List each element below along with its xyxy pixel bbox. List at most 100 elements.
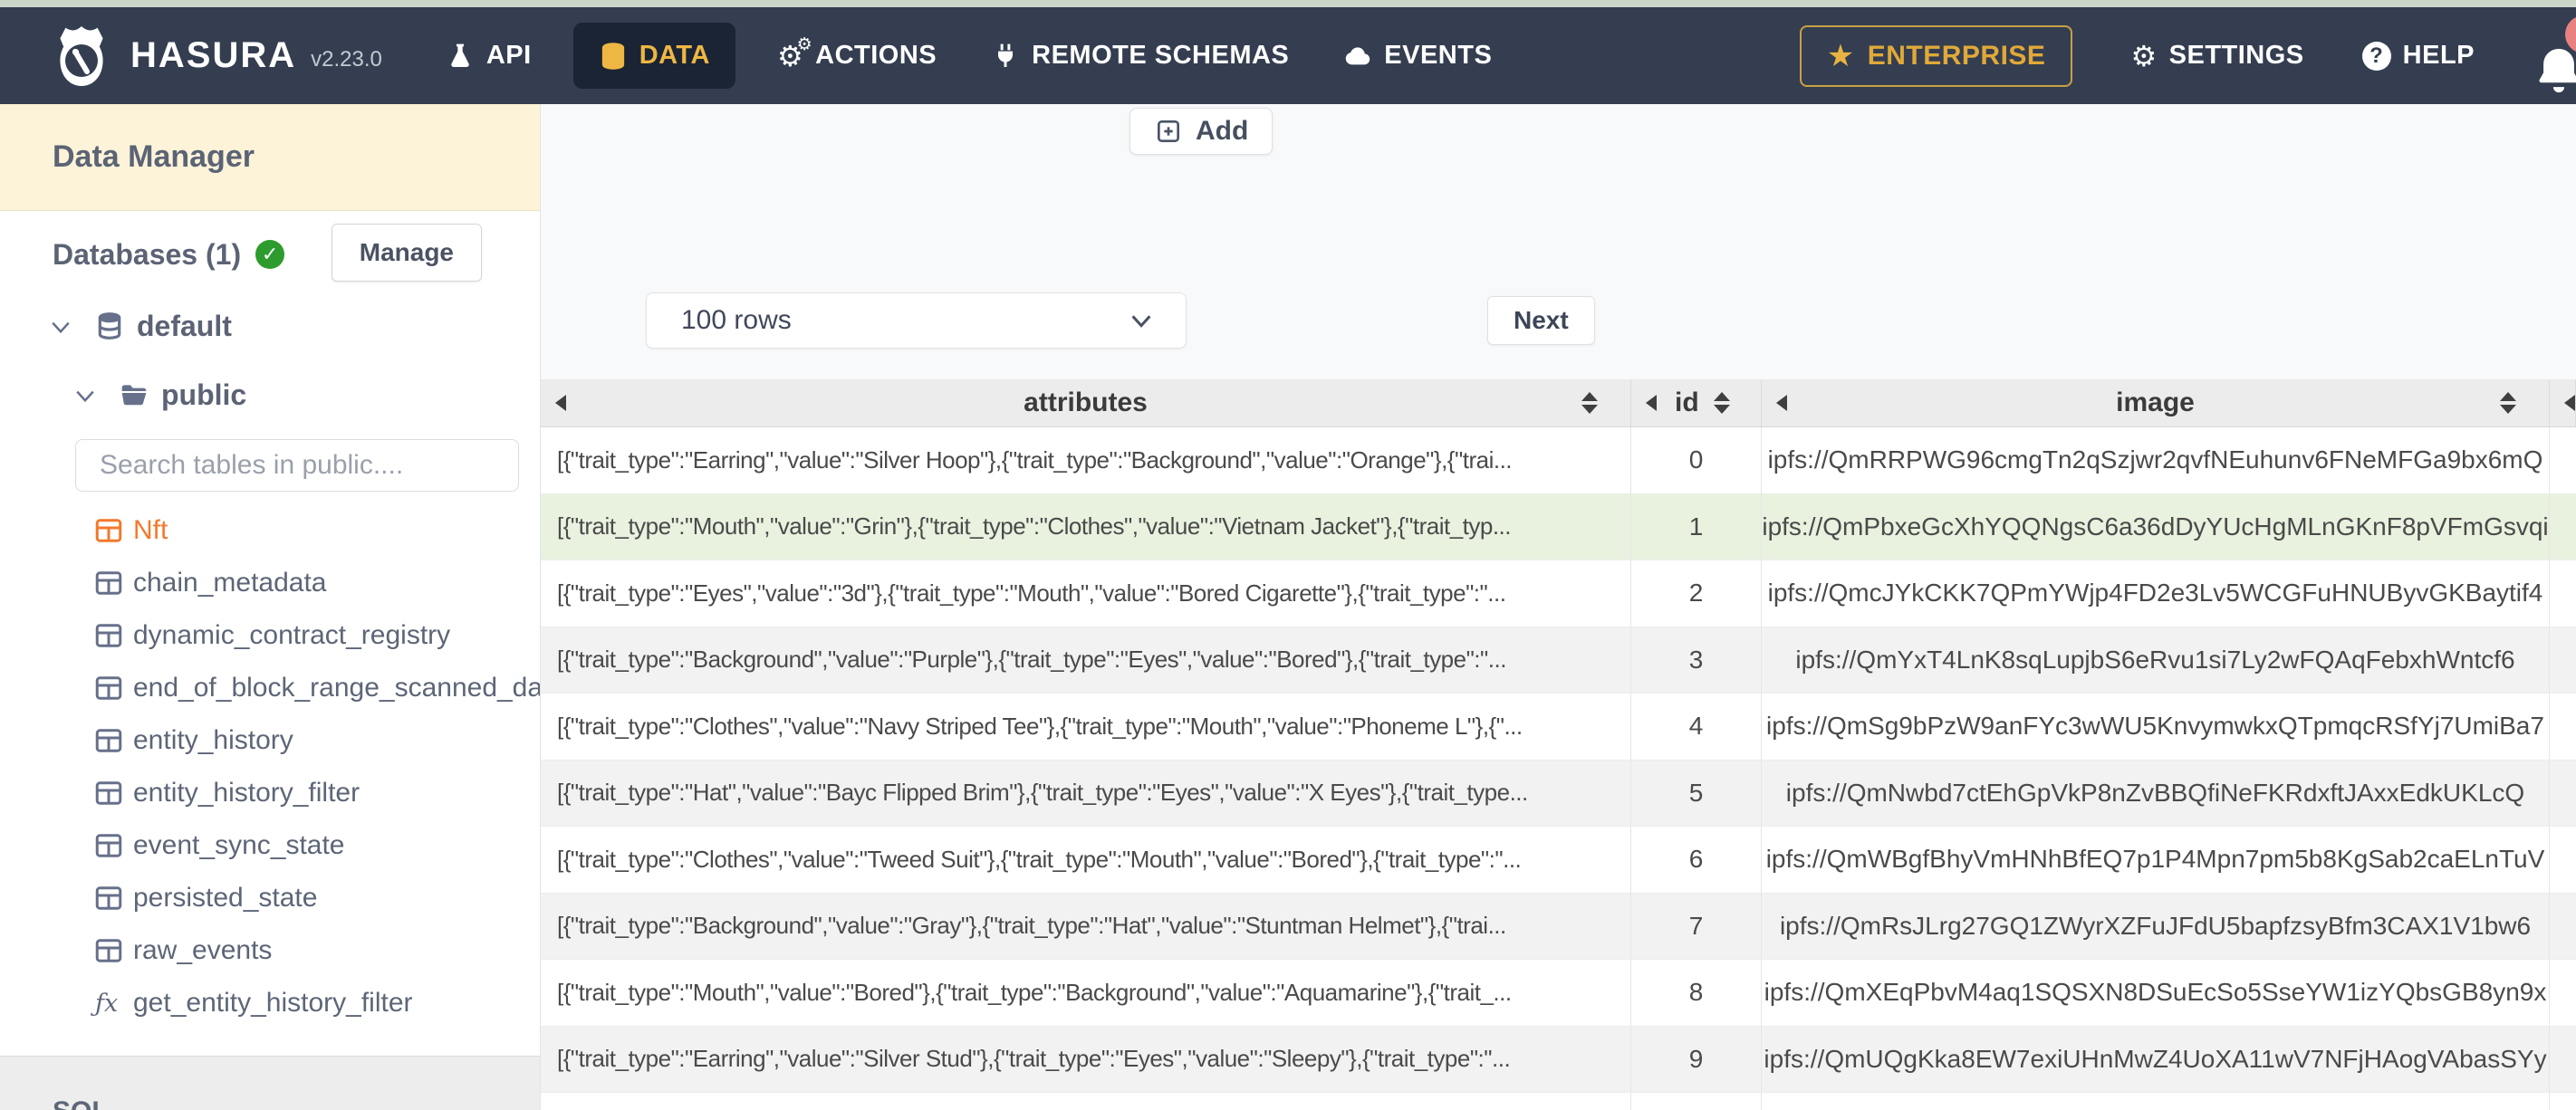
page-title: Data Manager <box>0 104 540 211</box>
cell-attributes[interactable]: [{"trait_type":"Clothes","value":"Tweed … <box>541 827 1631 893</box>
manage-button[interactable]: Manage <box>331 224 482 282</box>
collapse-column-icon[interactable] <box>2564 395 2575 411</box>
chevron-down-icon[interactable] <box>72 382 98 407</box>
sidebar-item-get_entity_history_filter[interactable]: ƒx get_entity_history_filter <box>0 977 540 1029</box>
nav-item-help[interactable]: ? HELP <box>2361 41 2475 71</box>
table-name: raw_events <box>133 935 273 965</box>
column-header-image[interactable]: image <box>1762 379 2550 426</box>
cell-id[interactable]: 1 <box>1631 493 1762 560</box>
search-tables-box <box>75 439 519 492</box>
table-row[interactable]: [{"trait_type":"Mouth","value":"Grin"},{… <box>541 493 2576 560</box>
cell-id[interactable]: 0 <box>1631 427 1762 493</box>
nav-item-remote-schemas[interactable]: REMOTE SCHEMAS <box>964 41 1316 71</box>
cell-attributes[interactable]: [{"trait_type":"Mouth","value":"Grin"},{… <box>541 493 1631 560</box>
rows-per-page-select[interactable]: 100 rows <box>646 292 1187 349</box>
table-name: end_of_block_range_scanned_data <box>133 673 541 703</box>
nav-item-actions[interactable]: ⚙ ⚙ ACTIONS <box>750 35 964 71</box>
cell-extra <box>2550 494 2576 560</box>
cell-attributes[interactable]: [{"trait_type":"Earring","value":"Silver… <box>541 1026 1631 1092</box>
table-row[interactable]: [{"trait_type":"Earring","value":"Silver… <box>541 427 2576 494</box>
cell-image[interactable]: ipfs://QmPbxeGcXhYQQNgsC6a36dDyYUcHgMLnG… <box>1762 493 2550 560</box>
cell-image[interactable]: ipfs://QmRsJLrg27GQ1ZWyrXZFuJFdU5bapfzsy… <box>1762 893 2550 959</box>
table-row[interactable]: [{"trait_type":"Clothes","value":"Tweed … <box>541 827 2576 894</box>
cell-attributes[interactable]: [{"trait_type":"Hat","value":"Bayc Flipp… <box>541 760 1631 826</box>
table-icon <box>95 937 122 964</box>
nav-item-data[interactable]: DATA <box>572 23 735 89</box>
add-row-button[interactable]: Add <box>1129 108 1274 155</box>
column-header-id[interactable]: id <box>1631 379 1762 426</box>
sidebar-item-event_sync_state[interactable]: event_sync_state <box>0 819 540 872</box>
cell-extra <box>2550 761 2576 827</box>
cell-id[interactable]: 6 <box>1631 827 1762 893</box>
cell-image[interactable]: ipfs://QmYxT4LnK8sqLupjbS6eRvu1si7Ly2wFQ… <box>1762 627 2550 693</box>
table-row[interactable]: [{"trait_type":"Background","value":"Gra… <box>541 893 2576 960</box>
cell-id[interactable]: 4 <box>1631 694 1762 760</box>
next-page-button[interactable]: Next <box>1487 296 1595 345</box>
collapse-column-icon[interactable] <box>555 395 566 411</box>
tree-node-database[interactable]: default <box>0 298 540 354</box>
version-label[interactable]: v2.23.0 <box>311 47 382 72</box>
cell-id[interactable]: 5 <box>1631 760 1762 826</box>
cell-extra <box>2550 694 2576 760</box>
nav-item-api[interactable]: API <box>418 41 559 71</box>
sidebar-item-dynamic_contract_registry[interactable]: dynamic_contract_registry <box>0 609 540 662</box>
sidebar-item-Nft[interactable]: Nft <box>0 504 540 557</box>
table-name: dynamic_contract_registry <box>133 620 451 650</box>
table-name: Nft <box>133 515 168 545</box>
cell-id[interactable]: 8 <box>1631 960 1762 1026</box>
sidebar-item-persisted_state[interactable]: persisted_state <box>0 872 540 924</box>
table-row[interactable]: [{"trait_type":"Hat","value":"Bayc Flipp… <box>541 760 2576 827</box>
collapse-column-icon[interactable] <box>1776 395 1787 411</box>
cell-image[interactable]: ipfs://QmcJYkCKK7QPmYWjp4FD2e3Lv5WCGFuHN… <box>1762 560 2550 627</box>
sidebar-item-chain_metadata[interactable]: chain_metadata <box>0 557 540 609</box>
sort-icon[interactable] <box>2500 392 2516 414</box>
table-row[interactable]: [{"trait_type":"Clothes","value":"Navy S… <box>541 694 2576 761</box>
search-tables-input[interactable] <box>76 450 518 481</box>
cell-image[interactable]: ipfs://QmXEqPbvM4aq1SQSXN8DSuEcSo5SseYW1… <box>1762 960 2550 1026</box>
sidebar-item-entity_history_filter[interactable]: entity_history_filter <box>0 767 540 819</box>
hasura-logo-icon[interactable] <box>45 20 118 92</box>
cell-attributes[interactable]: [{"trait_type":"Mouth","value":"Bored"},… <box>541 960 1631 1026</box>
cell-attributes[interactable]: [{"trait_type":"Background","value":"Pur… <box>541 627 1631 693</box>
tree-node-schema[interactable]: public <box>0 367 540 423</box>
column-header-partial[interactable] <box>2550 379 2576 426</box>
cell-id[interactable]: 9 <box>1631 1026 1762 1092</box>
column-header-attributes[interactable]: attributes <box>541 379 1631 426</box>
table-row[interactable]: [{"trait_type":"Eyes","value":"3d"},{"tr… <box>541 560 2576 627</box>
cell-attributes[interactable]: [{"trait_type":"Clothes","value":"Navy S… <box>541 694 1631 760</box>
cell-extra <box>2550 827 2576 893</box>
cell-image[interactable]: ipfs://QmRRPWG96cmgTn2qSzjwr2qvfNEuhunv6… <box>1762 427 2550 493</box>
sidebar-item-raw_events[interactable]: raw_events <box>0 924 540 977</box>
nav-item-label: ACTIONS <box>815 41 937 70</box>
table-name: event_sync_state <box>133 830 345 860</box>
database-name: default <box>137 309 232 342</box>
table-row[interactable]: [{"trait_type":"Earring","value":"Silver… <box>541 1026 2576 1093</box>
cell-attributes[interactable]: [{"trait_type":"Background","value":"Gra… <box>541 893 1631 959</box>
cell-id[interactable]: 2 <box>1631 560 1762 627</box>
nav-item-events[interactable]: EVENTS <box>1316 41 1519 71</box>
gear-icon: ⚙ <box>2130 38 2158 73</box>
sort-icon[interactable] <box>1713 392 1730 414</box>
cell-attributes[interactable]: [{"trait_type":"Earring","value":"Silver… <box>541 427 1631 493</box>
cell-image[interactable]: ipfs://QmUQgKka8EW7exiUHnMwZ4UoXA11wV7NF… <box>1762 1026 2550 1092</box>
table-list: Nft chain_metadata dynamic_contract_regi… <box>0 504 540 1029</box>
cell-attributes[interactable]: [{"trait_type":"Eyes","value":"3d"},{"tr… <box>541 560 1631 627</box>
collapse-column-icon[interactable] <box>1646 395 1657 411</box>
table-row[interactable]: [{"trait_type":"Background","value":"Pur… <box>541 627 2576 694</box>
cell-id[interactable]: 7 <box>1631 893 1762 959</box>
cell-image[interactable]: ipfs://QmSg9bPzW9anFYc3wWU5KnvymwkxQTpmq… <box>1762 694 2550 760</box>
table-row[interactable]: [{"trait_type":"Mouth","value":"Bored"},… <box>541 960 2576 1027</box>
sql-link[interactable]: SQL <box>53 1096 109 1110</box>
notifications-button[interactable]: 8 <box>2533 14 2576 97</box>
sidebar-item-entity_history[interactable]: entity_history <box>0 714 540 767</box>
cell-image[interactable]: ipfs://QmNwbd7ctEhGpVkP8nZvBBQfiNeFKRdxf… <box>1762 760 2550 826</box>
sidebar-item-end_of_block_range_scanned_data[interactable]: end_of_block_range_scanned_data <box>0 662 540 714</box>
enterprise-button[interactable]: ★ ENTERPRISE <box>1799 24 2073 87</box>
nav-item-settings[interactable]: ⚙ SETTINGS <box>2130 41 2303 71</box>
bell-icon <box>2539 48 2576 92</box>
chevron-down-icon[interactable] <box>48 313 73 339</box>
cell-id[interactable]: 3 <box>1631 627 1762 693</box>
sort-icon[interactable] <box>1581 392 1598 414</box>
table-icon <box>95 622 122 649</box>
cell-image[interactable]: ipfs://QmWBgfBhyVmHNhBfEQ7p1P4Mpn7pm5b8K… <box>1762 827 2550 893</box>
